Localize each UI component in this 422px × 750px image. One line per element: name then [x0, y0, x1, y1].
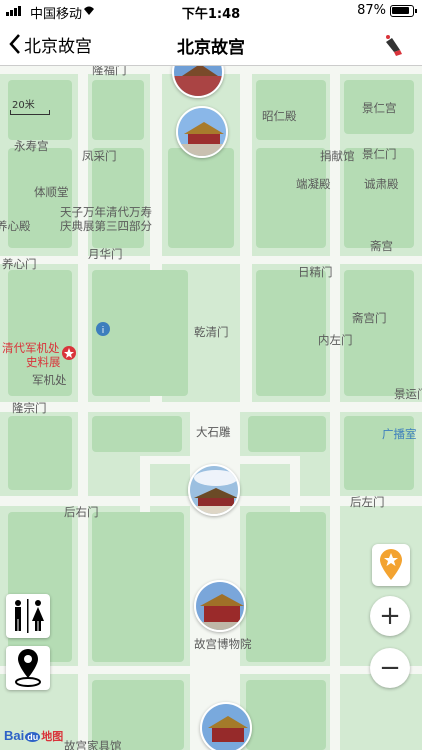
map-label: 乾清门 — [194, 325, 229, 339]
map-block — [168, 148, 234, 248]
svg-text:i: i — [102, 326, 105, 336]
map-label: 大石雕 — [196, 425, 231, 439]
map-label: 内左门 — [318, 333, 353, 347]
road — [0, 256, 422, 264]
map-label: 景运门 — [394, 387, 422, 401]
exhibit-label: 史料展 — [26, 355, 61, 369]
navigation-bar: 北京故宫 北京故宫 — [0, 22, 422, 66]
baidu-map-logo: Bai du 地图 — [4, 728, 63, 744]
map-label: 故宫家具馆 — [64, 739, 122, 750]
speaker-icon — [386, 35, 402, 56]
palace-photo-icon — [202, 704, 250, 750]
zoom-out-button[interactable]: − — [370, 648, 410, 688]
road — [190, 406, 240, 750]
map-label: 日精门 — [298, 265, 333, 279]
map-block — [256, 148, 326, 248]
map-label: 诚肃殿 — [364, 177, 399, 191]
logo-du: du — [25, 732, 41, 742]
map-label: 景仁门 — [362, 147, 397, 161]
map-label: 斋宫 — [370, 239, 393, 253]
speaker-button[interactable] — [380, 30, 408, 58]
map-label: 隆福门 — [92, 66, 127, 77]
map-block — [248, 416, 326, 452]
map-block — [8, 512, 72, 662]
map-label: 后左门 — [350, 495, 385, 509]
battery-percentage: 87% — [357, 3, 386, 18]
map-block — [8, 416, 72, 490]
restroom-icon — [15, 599, 44, 633]
attraction-photo-marker[interactable] — [194, 580, 246, 632]
map-block — [344, 148, 414, 248]
exhibit-star-icon — [62, 346, 76, 360]
map-label: 故宫博物院 — [194, 637, 252, 651]
map-label: 广播室 — [382, 427, 417, 441]
location-button[interactable] — [6, 646, 50, 690]
palace-photo-icon — [174, 66, 222, 96]
attraction-photo-marker[interactable] — [200, 702, 252, 750]
attraction-photo-marker[interactable] — [172, 66, 224, 98]
scale-label: 20米 — [12, 100, 35, 111]
map-block — [92, 512, 184, 662]
favorite-button[interactable] — [372, 544, 410, 586]
map-label: 养心门 — [2, 257, 37, 271]
map-label: 月华门 — [88, 247, 123, 261]
road — [240, 66, 252, 406]
map-label: 体顺堂 — [34, 185, 69, 199]
logo-prefix: Bai — [4, 728, 25, 743]
map-label: 捐献馆 — [320, 149, 355, 163]
attraction-photo-marker[interactable] — [176, 106, 228, 158]
scale-bar — [10, 110, 50, 115]
exhibit-label: 庆典展第三四部分 — [60, 219, 152, 233]
map-block — [92, 80, 144, 140]
map-block — [246, 680, 326, 750]
plus-icon: + — [379, 601, 401, 631]
attraction-photo-marker[interactable] — [188, 464, 240, 516]
map-label: 景仁宫 — [362, 101, 397, 115]
battery-cap — [415, 9, 417, 13]
map-block — [256, 270, 326, 396]
map-label: 昭仁殿 — [262, 109, 297, 123]
map-label: 凤采门 — [82, 149, 117, 163]
map-label: 端凝殿 — [296, 177, 331, 191]
map-label: 养心殿 — [0, 219, 31, 233]
map-block — [344, 270, 414, 396]
chevron-left-icon — [9, 34, 20, 54]
location-pin-icon — [15, 649, 41, 687]
road — [0, 666, 422, 674]
map-label: 隆宗门 — [12, 401, 47, 415]
map-label: 永寿宫 — [14, 139, 49, 153]
map-label: 斋宫门 — [352, 311, 387, 325]
restroom-button[interactable] — [6, 594, 50, 638]
zoom-in-button[interactable]: + — [370, 596, 410, 636]
battery-icon — [390, 5, 414, 17]
minus-icon: − — [379, 653, 401, 683]
map-block — [92, 416, 182, 452]
logo-suffix: 地图 — [41, 731, 64, 743]
map-block — [246, 512, 326, 662]
back-button[interactable]: 北京故宫 — [8, 30, 92, 58]
restroom-map-icon: i — [96, 322, 110, 336]
map-label: 后右门 — [64, 505, 99, 519]
status-bar: 中国移动 下午1:48 87% — [0, 0, 422, 22]
back-label: 北京故宫 — [24, 36, 92, 57]
star-pin-icon — [380, 549, 402, 580]
map-view[interactable]: 20米 隆福门 昭仁殿 景仁宫 永寿宫 凤采门 捐献馆 景仁门 体顺堂 端凝殿 … — [0, 66, 422, 750]
map-label: 军机处 — [32, 373, 67, 387]
